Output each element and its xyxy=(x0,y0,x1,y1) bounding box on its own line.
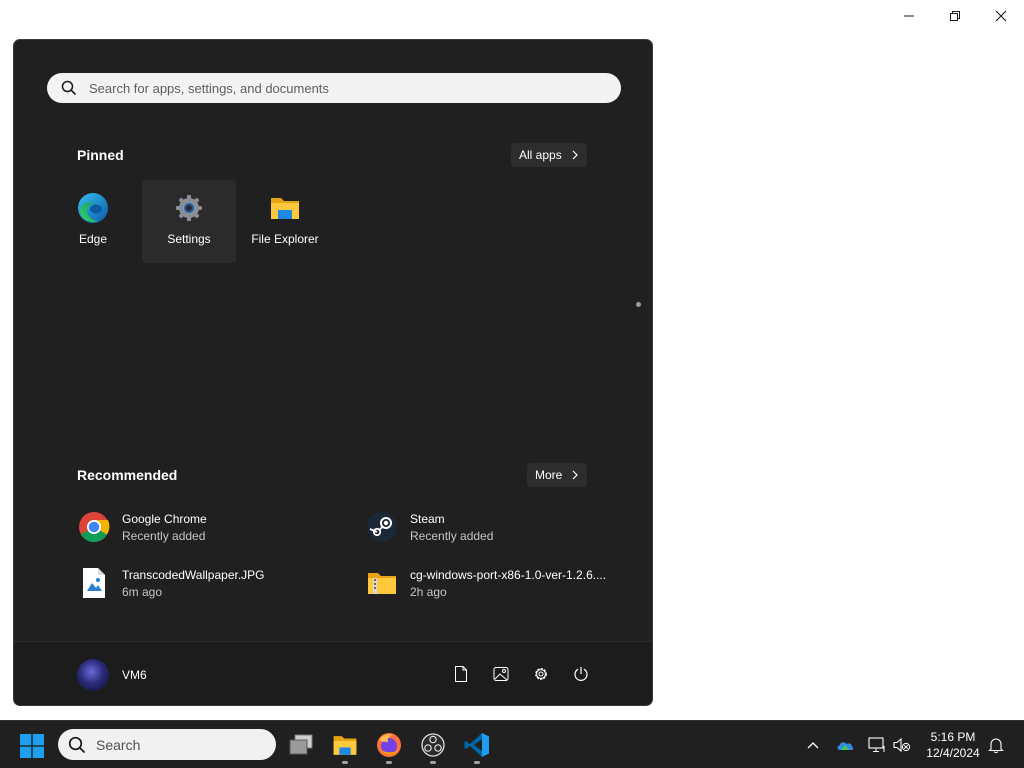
recommended-item-subtitle: Recently added xyxy=(122,528,206,543)
edge-icon xyxy=(78,193,108,223)
pinned-item-label: Edge xyxy=(78,232,108,246)
recommended-item-name: Steam xyxy=(410,511,445,526)
running-indicator xyxy=(386,761,392,764)
running-indicator xyxy=(474,761,480,764)
folder-icon xyxy=(271,198,299,219)
more-label: More xyxy=(535,468,563,482)
page-indicator-dot[interactable] xyxy=(636,302,641,307)
onedrive-icon xyxy=(837,742,854,750)
tray-volume[interactable] xyxy=(892,735,912,755)
taskbar-obs[interactable] xyxy=(417,729,449,764)
recommended-item-wallpaper[interactable]: TranscodedWallpaper.JPG 6m ago xyxy=(77,566,265,600)
running-indicator xyxy=(342,761,348,764)
recommended-item-name: Google Chrome xyxy=(122,511,207,526)
steam-icon xyxy=(367,512,397,542)
recommended-title: Recommended xyxy=(77,467,178,483)
search-icon xyxy=(61,80,77,96)
chrome-icon xyxy=(79,512,110,543)
taskbar-vscode[interactable] xyxy=(461,729,493,764)
tray-onedrive[interactable] xyxy=(835,735,855,755)
close-icon xyxy=(995,10,1007,22)
more-button[interactable]: More xyxy=(527,463,588,487)
settings-icon xyxy=(535,668,547,680)
power-icon xyxy=(574,667,588,681)
start-menu: Search for apps, settings, and documents… xyxy=(13,39,653,706)
windows-start-icon[interactable] xyxy=(20,734,44,758)
file-explorer-icon xyxy=(333,736,357,755)
vscode-icon xyxy=(464,733,489,757)
pictures-icon xyxy=(493,667,509,681)
recommended-item-subtitle: Recently added xyxy=(410,528,494,543)
all-apps-label: All apps xyxy=(519,148,562,162)
all-apps-button[interactable]: All apps xyxy=(511,143,587,167)
restore-icon xyxy=(950,11,960,21)
settings-button[interactable] xyxy=(531,664,551,684)
user-account-button[interactable]: VM6 xyxy=(77,659,147,691)
zip-folder-icon xyxy=(368,573,396,594)
tray-network[interactable] xyxy=(867,735,887,755)
running-indicator xyxy=(430,761,436,764)
recommended-item-name: TranscodedWallpaper.JPG xyxy=(122,567,265,582)
minimize-icon xyxy=(904,15,914,17)
start-search-placeholder: Search for apps, settings, and documents xyxy=(89,80,329,96)
power-button[interactable] xyxy=(571,664,591,684)
pinned-title: Pinned xyxy=(77,147,124,163)
minimize-button[interactable] xyxy=(886,0,932,32)
recommended-item-chrome[interactable]: Google Chrome Recently added xyxy=(77,510,207,544)
task-view-button[interactable] xyxy=(285,729,317,761)
search-icon xyxy=(68,736,86,753)
recommended-item-name: cg-windows-port-x86-1.0-ver-1.2.6.... xyxy=(410,567,607,582)
close-button[interactable] xyxy=(978,0,1024,32)
pinned-item-edge[interactable]: Edge xyxy=(46,180,140,263)
recommended-item-subtitle: 2h ago xyxy=(410,584,447,599)
clock-time: 5:16 PM xyxy=(930,730,976,744)
clock-date: 12/4/2024 xyxy=(926,746,980,760)
task-view-icon xyxy=(289,734,313,755)
firefox-icon xyxy=(377,733,401,757)
start-search-input[interactable]: Search for apps, settings, and documents xyxy=(47,73,621,103)
chevron-right-icon xyxy=(572,150,578,160)
avatar xyxy=(77,659,109,691)
recommended-item-steam[interactable]: Steam Recently added xyxy=(365,510,493,544)
system-clock[interactable]: 5:16 PM 12/4/2024 xyxy=(920,729,986,761)
document-icon xyxy=(455,666,467,682)
image-file-icon xyxy=(83,568,105,598)
settings-gear-icon xyxy=(176,195,202,221)
recommended-item-zip[interactable]: cg-windows-port-x86-1.0-ver-1.2.6.... 2h… xyxy=(365,566,606,600)
documents-button[interactable] xyxy=(451,664,471,684)
volume-muted-icon xyxy=(893,737,911,753)
chevron-up-icon xyxy=(807,742,819,749)
taskbar-file-explorer[interactable] xyxy=(329,729,361,764)
taskbar-firefox[interactable] xyxy=(373,729,405,764)
pinned-item-label: Settings xyxy=(167,232,211,246)
pinned-item-file-explorer[interactable]: File Explorer xyxy=(238,180,332,263)
notifications-button[interactable] xyxy=(986,735,1006,755)
show-hidden-icons-button[interactable] xyxy=(803,735,823,755)
obs-icon xyxy=(421,733,445,757)
start-menu-footer: VM6 xyxy=(14,641,652,705)
taskbar-search-placeholder: Search xyxy=(96,736,141,753)
pictures-button[interactable] xyxy=(491,664,511,684)
restore-button[interactable] xyxy=(932,0,978,32)
window-controls xyxy=(886,0,1024,32)
pinned-item-label: File Explorer xyxy=(251,232,319,246)
recommended-item-subtitle: 6m ago xyxy=(122,584,163,599)
notification-bell-icon xyxy=(988,738,1004,753)
taskbar: Search 5:16 PM 12/4/2024 xyxy=(0,720,1024,768)
taskbar-search-box[interactable]: Search xyxy=(58,729,276,760)
chevron-right-icon xyxy=(572,470,579,480)
user-name: VM6 xyxy=(122,668,147,682)
pinned-item-settings[interactable]: Settings xyxy=(142,180,236,263)
network-icon xyxy=(868,737,885,752)
